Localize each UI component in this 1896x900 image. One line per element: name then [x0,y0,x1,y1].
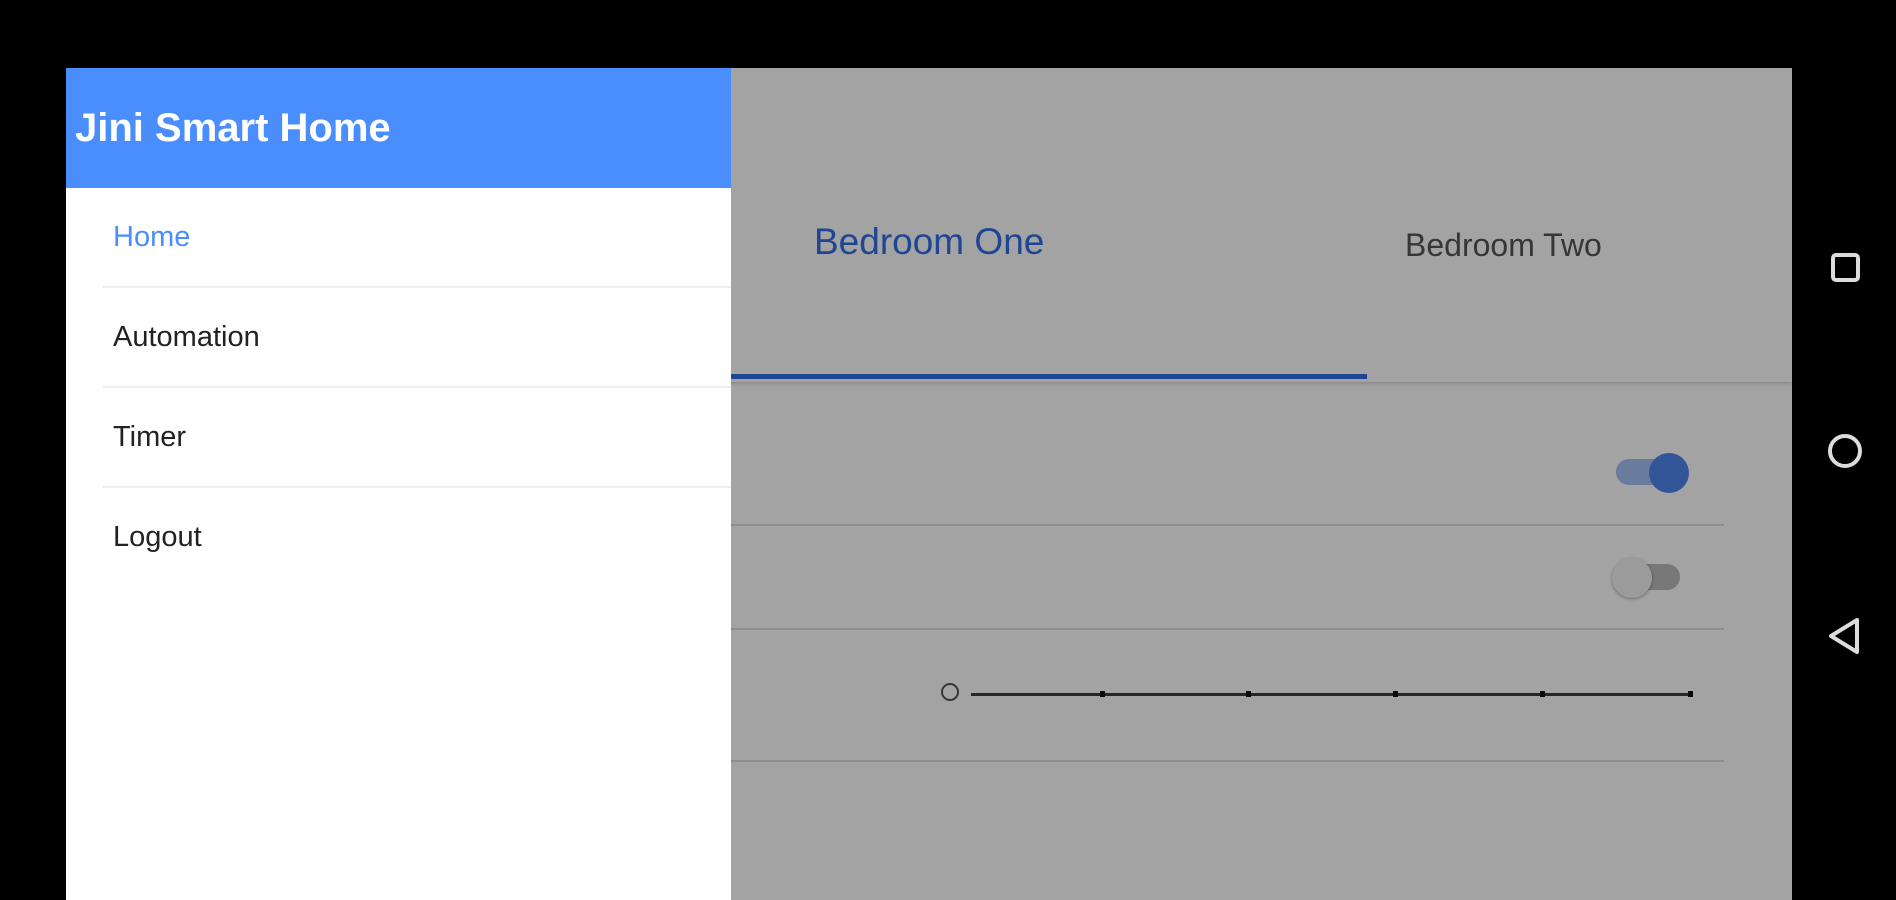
recents-button[interactable] [1825,247,1865,287]
drawer-item-label: Logout [113,521,202,553]
back-icon [1829,618,1859,654]
app-screen: Bedroom One Bedroom Two Jini Smart Home … [66,68,1792,900]
drawer-item-logout[interactable]: Logout [66,488,731,586]
home-button[interactable] [1825,431,1865,471]
drawer-item-timer[interactable]: Timer [66,388,731,486]
back-button[interactable] [1825,616,1865,656]
drawer-item-label: Timer [113,421,187,453]
drawer-header: Jini Smart Home [66,68,731,188]
recents-icon [1830,252,1860,282]
drawer-item-home[interactable]: Home [66,188,731,286]
drawer-item-label: Home [113,221,191,253]
app-title: Jini Smart Home [75,106,391,150]
home-icon [1828,434,1862,468]
navigation-drawer: Jini Smart Home Home Automation Timer Lo… [66,68,731,900]
drawer-item-automation[interactable]: Automation [66,288,731,386]
drawer-item-label: Automation [113,321,260,353]
